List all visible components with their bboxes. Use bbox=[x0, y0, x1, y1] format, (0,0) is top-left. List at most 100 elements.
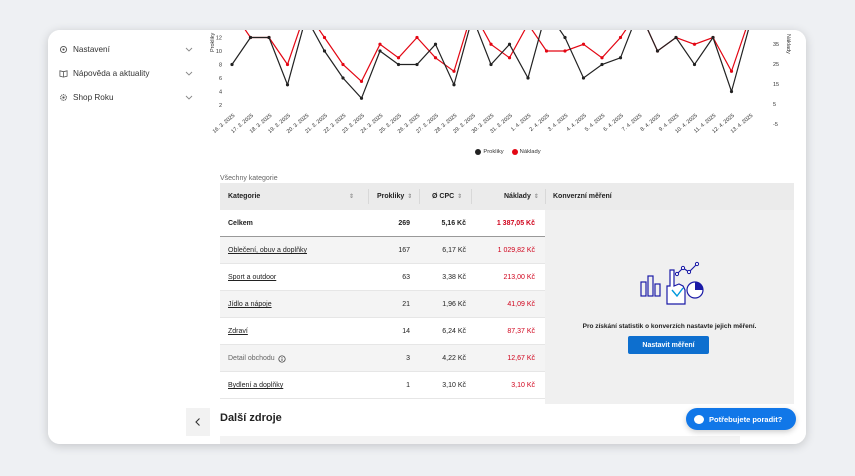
table-row: Jídlo a nápoje 21 1,96 Kč 41,09 Kč bbox=[220, 291, 545, 318]
cell-cost: 41,09 Kč bbox=[507, 301, 535, 308]
data-point bbox=[581, 76, 586, 80]
data-point bbox=[581, 42, 586, 46]
cell-clicks: 167 bbox=[398, 247, 410, 254]
legend-label: Náklady bbox=[519, 149, 541, 155]
table-row: Detail obchodu 3 4,22 Kč 12,67 Kč bbox=[220, 345, 545, 372]
main-content: 24681012-5515253545ProklikyNáklady16. 3.… bbox=[210, 30, 806, 444]
data-point bbox=[489, 42, 493, 46]
y-axis-label-right: Náklady bbox=[785, 34, 791, 54]
y-tick-label-left: 4 bbox=[219, 90, 222, 96]
sidebar-item-settings[interactable]: Nastavení bbox=[58, 42, 194, 56]
cell-cpc: 6,17 Kč bbox=[442, 247, 466, 254]
cell-cost: 213,00 Kč bbox=[503, 274, 535, 281]
header-cost[interactable]: Náklady ⇕ bbox=[504, 183, 539, 210]
y-tick-label-left: 12 bbox=[216, 36, 222, 42]
analytics-illustration-icon bbox=[640, 261, 704, 305]
cell-category: Zdraví bbox=[228, 318, 248, 345]
cell-category: Jídlo a nápoje bbox=[228, 291, 272, 318]
data-point bbox=[600, 56, 604, 60]
header-cpc[interactable]: Ø CPC ⇕ bbox=[432, 183, 462, 210]
category-name[interactable]: Sport a outdoor bbox=[228, 274, 276, 281]
sort-icon: ⇕ bbox=[533, 194, 539, 200]
data-point bbox=[415, 35, 419, 40]
data-point bbox=[285, 62, 290, 67]
info-icon[interactable] bbox=[278, 354, 286, 363]
cell-cpc: 4,22 Kč bbox=[442, 355, 466, 362]
data-point bbox=[544, 49, 549, 53]
data-point bbox=[507, 42, 512, 46]
sort-icon: ⇕ bbox=[407, 194, 413, 200]
table-row: Oblečení, obuv a doplňky 167 6,17 Kč 1 029,… bbox=[220, 237, 545, 264]
cell-clicks: 1 bbox=[406, 382, 410, 389]
data-point bbox=[729, 69, 734, 73]
award-icon bbox=[58, 92, 68, 102]
data-point bbox=[433, 42, 438, 46]
data-point bbox=[415, 62, 419, 67]
set-measurement-button[interactable]: Nastavit měření bbox=[628, 336, 709, 354]
chevron-down-icon bbox=[185, 95, 193, 100]
legend-item-clicks[interactable]: Prokliky bbox=[475, 149, 504, 155]
cell-cost: 1 387,05 Kč bbox=[496, 220, 535, 227]
data-point bbox=[322, 49, 327, 53]
data-point bbox=[600, 62, 604, 67]
sort-icon[interactable]: ⇕ bbox=[346, 183, 354, 210]
cell-clicks: 63 bbox=[402, 274, 410, 281]
conversion-message: Pro získání statistik o konverzích nasta… bbox=[582, 323, 757, 330]
y-tick-label-left: 10 bbox=[216, 49, 222, 55]
resources-heading: Další zdroje bbox=[220, 412, 282, 424]
sort-icon: ⇕ bbox=[457, 194, 463, 200]
cell-clicks: 269 bbox=[398, 220, 410, 227]
category-name[interactable]: Oblečení, obuv a doplňky bbox=[228, 247, 307, 254]
cell-clicks: 14 bbox=[402, 328, 410, 335]
data-point bbox=[230, 62, 234, 67]
cell-category: Oblečení, obuv a doplňky bbox=[228, 237, 307, 264]
category-name[interactable]: Zdraví bbox=[228, 328, 248, 335]
header-label: Kategorie bbox=[228, 193, 261, 200]
cell-cost: 3,10 Kč bbox=[511, 382, 535, 389]
header-conversion: Konverzní měření bbox=[553, 183, 612, 210]
header-clicks[interactable]: Prokliky ⇕ bbox=[377, 183, 412, 210]
data-point bbox=[674, 35, 678, 40]
data-point bbox=[341, 76, 345, 80]
conversion-panel: Pro získání statistik o konverzích nasta… bbox=[545, 210, 794, 404]
y-tick-label-right: 35 bbox=[773, 42, 779, 48]
cell-clicks: 21 bbox=[402, 301, 410, 308]
cell-cost: 12,67 Kč bbox=[507, 355, 535, 362]
category-name[interactable]: Jídlo a nápoje bbox=[228, 301, 272, 308]
legend-item-cost[interactable]: Náklady bbox=[511, 149, 541, 155]
table-row-total: Celkem 269 5,16 Kč 1 387,05 Kč bbox=[220, 210, 545, 237]
data-point bbox=[248, 35, 253, 40]
series-line-cost bbox=[244, 30, 747, 83]
y-tick-label-right: -5 bbox=[773, 122, 778, 128]
sidebar-item-help-news[interactable]: Nápověda a aktuality bbox=[58, 66, 194, 80]
help-chat-button[interactable]: Potřebujete poradit? bbox=[686, 408, 796, 430]
data-point bbox=[655, 49, 660, 53]
cell-category: Detail obchodu bbox=[228, 345, 286, 372]
category-name[interactable]: Bydlení a doplňky bbox=[228, 382, 283, 389]
sidebar-collapse-button[interactable] bbox=[186, 408, 210, 436]
table-header: Kategorie ⇕ Prokliky ⇕ Ø CPC ⇕ Náklady ⇕ Ko… bbox=[220, 183, 794, 210]
cell-category: Sport a outdoor bbox=[228, 264, 276, 291]
data-point bbox=[433, 56, 438, 60]
column-divider bbox=[368, 189, 369, 204]
chat-bubble-icon bbox=[694, 414, 704, 424]
data-point bbox=[489, 62, 493, 67]
data-point bbox=[285, 83, 290, 87]
cell-cpc: 5,16 Kč bbox=[441, 220, 466, 227]
y-tick-label-right: 15 bbox=[773, 82, 779, 88]
cell-category: Bydlení a doplňky bbox=[228, 372, 283, 399]
chevron-left-icon bbox=[195, 418, 200, 426]
header-label: Konverzní měření bbox=[553, 193, 612, 200]
data-point bbox=[452, 83, 456, 87]
data-point bbox=[711, 35, 715, 40]
sidebar-item-label: Shop Roku bbox=[73, 92, 114, 102]
data-point bbox=[563, 49, 567, 53]
y-tick-label-left: 6 bbox=[219, 76, 222, 82]
sidebar-item-shop-roku[interactable]: Shop Roku bbox=[58, 90, 194, 104]
table-row: Bydlení a doplňky 1 3,10 Kč 3,10 Kč bbox=[220, 372, 545, 399]
data-point bbox=[341, 62, 345, 67]
help-book-icon bbox=[58, 68, 68, 78]
help-label: Potřebujete poradit? bbox=[709, 414, 783, 424]
header-category[interactable]: Kategorie bbox=[228, 183, 260, 210]
data-point bbox=[618, 56, 623, 60]
